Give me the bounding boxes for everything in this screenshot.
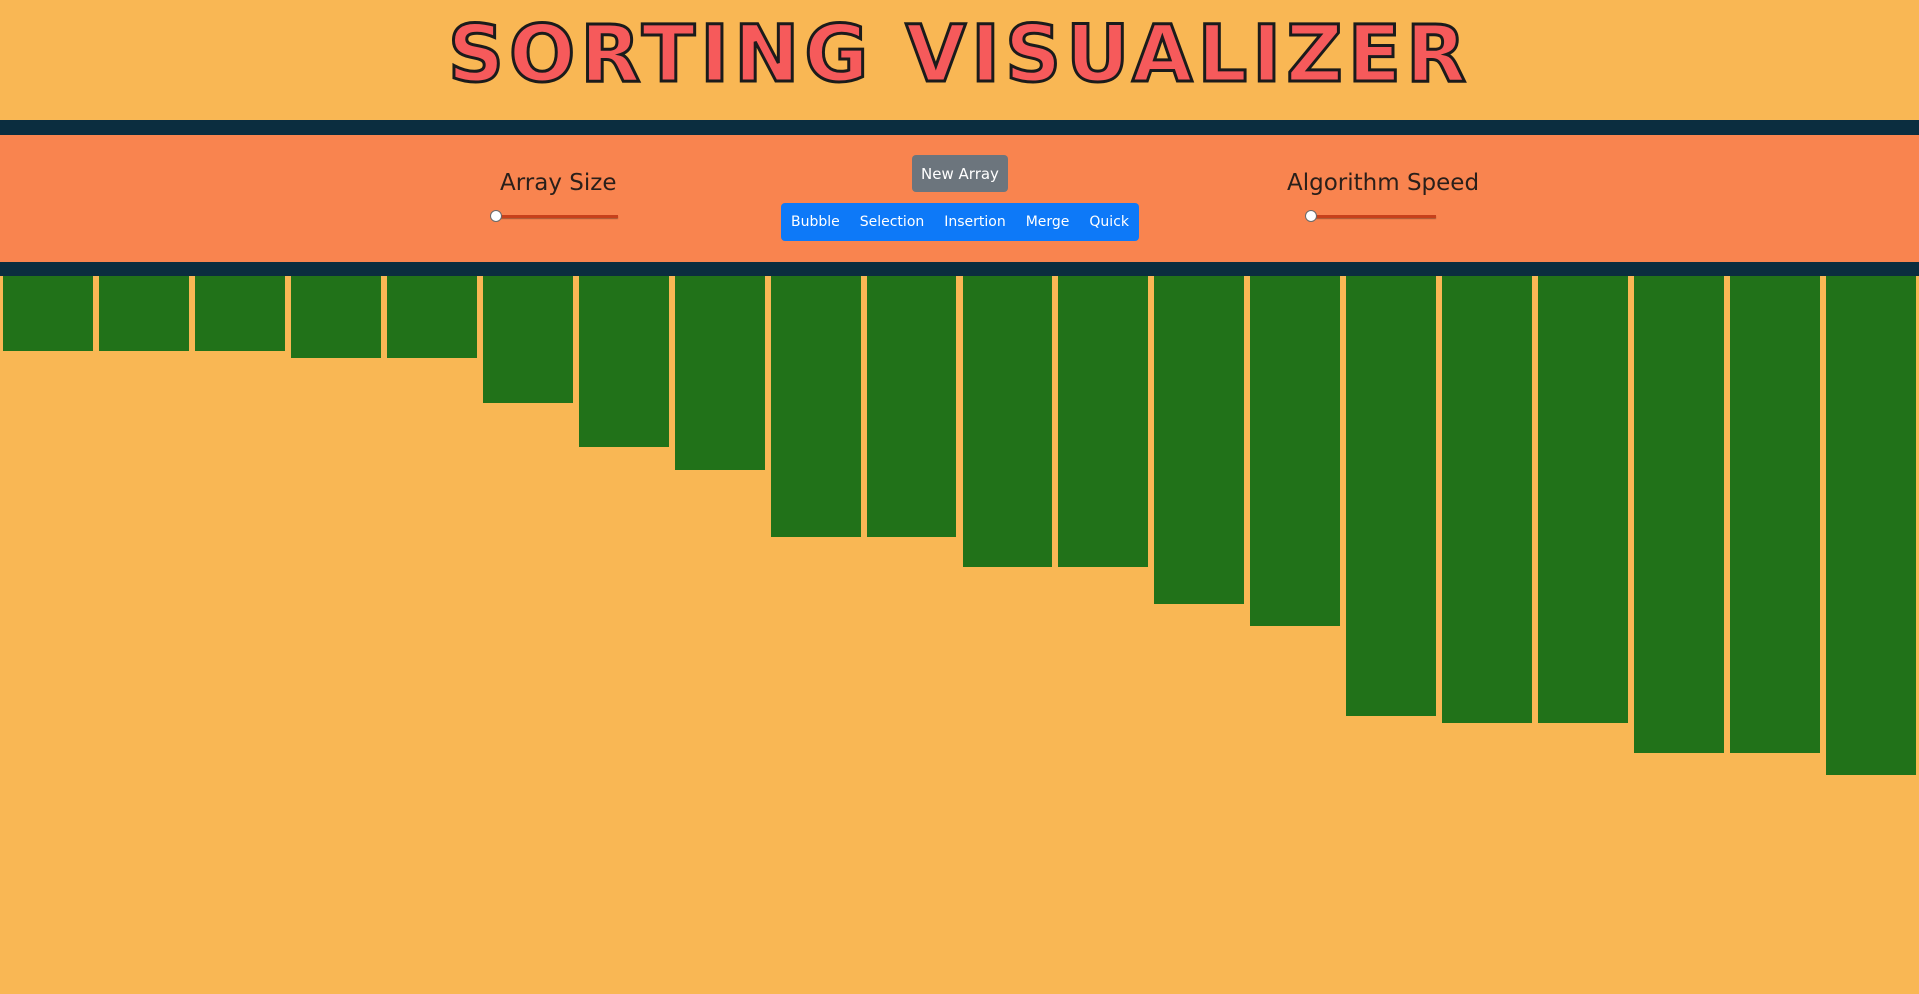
array-size-control: Array Size <box>490 170 620 222</box>
speed-label: Algorithm Speed <box>1287 170 1480 196</box>
array-bar <box>1442 276 1533 723</box>
array-bar <box>1346 276 1437 716</box>
new-array-button[interactable]: New Array <box>912 155 1008 192</box>
array-bar <box>578 276 669 447</box>
speed-slider-track[interactable] <box>1310 215 1436 218</box>
array-bar <box>1634 276 1725 753</box>
array-bar <box>1250 276 1341 626</box>
header: SORTING VISUALIZER <box>0 0 1919 120</box>
array-bar <box>386 276 477 358</box>
merge-sort-button[interactable]: Merge <box>1022 214 1074 230</box>
array-bar <box>674 276 765 470</box>
array-bar <box>482 276 573 403</box>
speed-control: Algorithm Speed <box>1287 170 1479 222</box>
array-bar <box>290 276 381 358</box>
array-bar <box>1154 276 1245 604</box>
array-size-label: Array Size <box>500 170 617 196</box>
selection-sort-button[interactable]: Selection <box>856 214 929 230</box>
array-bar <box>962 276 1053 567</box>
array-bar <box>98 276 189 351</box>
array-bar <box>1538 276 1629 723</box>
array-bar <box>1058 276 1149 567</box>
array-bar <box>3 276 93 351</box>
bubble-sort-button[interactable]: Bubble <box>787 214 844 230</box>
array-size-slider-track[interactable] <box>495 215 618 218</box>
speed-slider-thumb[interactable] <box>1305 210 1317 222</box>
array-size-slider-thumb[interactable] <box>490 210 502 222</box>
quick-sort-button[interactable]: Quick <box>1085 214 1133 230</box>
header-divider <box>0 120 1919 135</box>
array-bar <box>866 276 957 537</box>
controls-divider <box>0 262 1919 276</box>
array-bar <box>770 276 861 537</box>
array-bar <box>1730 276 1821 753</box>
array-bar <box>194 276 285 351</box>
array-bars <box>0 276 1919 994</box>
page-title: SORTING VISUALIZER <box>446 10 1472 100</box>
algorithm-button-group: Bubble Selection Insertion Merge Quick <box>781 203 1139 241</box>
array-bar <box>1826 276 1916 775</box>
insertion-sort-button[interactable]: Insertion <box>940 214 1009 230</box>
